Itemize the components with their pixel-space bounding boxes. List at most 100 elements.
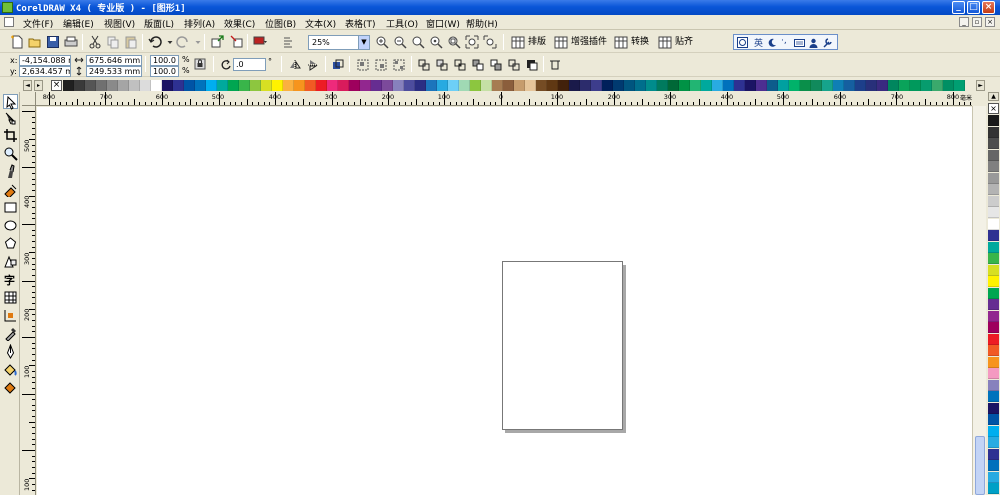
color-swatch[interactable] <box>503 80 514 91</box>
horizontal-ruler[interactable]: 800 700 600 500 400 300 200 100 0 100 20… <box>36 92 972 106</box>
color-swatch[interactable] <box>569 80 580 91</box>
trim-icon[interactable] <box>436 59 448 71</box>
polygon-tool-icon[interactable] <box>3 236 18 251</box>
ime-toolbar[interactable]: 英 ·, <box>733 34 838 50</box>
mirror-horizontal-icon[interactable] <box>289 59 301 71</box>
color-swatch[interactable] <box>988 333 999 345</box>
zoom-page-icon[interactable] <box>447 35 461 49</box>
cut-icon[interactable] <box>88 35 102 49</box>
color-swatch[interactable] <box>657 80 668 91</box>
ime-logo-icon[interactable] <box>737 37 748 48</box>
new-document-icon[interactable] <box>10 35 24 49</box>
scale-y-field[interactable]: 100.0 <box>150 66 179 77</box>
color-swatch[interactable] <box>988 379 999 391</box>
color-swatch[interactable] <box>833 80 844 91</box>
close-button[interactable]: × <box>982 1 995 14</box>
align-distribute-icon[interactable] <box>549 59 561 71</box>
table-tool-icon[interactable] <box>3 290 18 305</box>
fill-tool-icon[interactable] <box>3 362 18 377</box>
menu-layout[interactable]: 版面(L) <box>144 17 174 30</box>
moon-icon[interactable] <box>768 38 777 47</box>
vertical-ruler[interactable]: 500 400 300 200 100 100 <box>22 106 36 495</box>
menu-help[interactable]: 帮助(H) <box>466 17 498 30</box>
copy-icon[interactable] <box>106 35 120 49</box>
zoom-tool-icon[interactable] <box>3 146 18 161</box>
redo-icon[interactable] <box>176 35 190 49</box>
pick-tool-icon[interactable] <box>3 94 18 110</box>
mdi-close-button[interactable]: × <box>985 17 995 27</box>
color-swatch[interactable] <box>988 184 999 195</box>
palette-scroll-right-icon[interactable]: ► <box>976 80 985 91</box>
vertical-scrollbar[interactable] <box>972 106 986 495</box>
document-icon[interactable] <box>4 17 14 27</box>
minimize-button[interactable]: _ <box>952 1 965 14</box>
color-swatch[interactable] <box>988 345 999 356</box>
color-swatch[interactable] <box>988 207 999 218</box>
menu-tools[interactable]: 工具(O) <box>386 17 418 30</box>
color-swatch[interactable] <box>393 80 404 91</box>
scrollbar-thumb[interactable] <box>975 436 985 495</box>
color-swatch[interactable] <box>988 126 999 138</box>
welcome-screen-icon[interactable] <box>282 35 296 49</box>
color-swatch[interactable] <box>988 172 999 184</box>
color-swatch[interactable] <box>701 80 712 91</box>
color-swatch[interactable] <box>305 80 316 91</box>
menu-arrange[interactable]: 排列(A) <box>184 17 215 30</box>
mdi-minimize-button[interactable]: _ <box>959 17 969 27</box>
user-icon[interactable] <box>809 38 818 48</box>
color-swatch[interactable] <box>316 80 327 91</box>
color-swatch[interactable] <box>988 299 999 310</box>
color-swatch[interactable] <box>404 80 415 91</box>
menu-file[interactable]: 文件(F) <box>23 17 53 30</box>
keyboard-icon[interactable] <box>794 39 805 47</box>
color-swatch[interactable] <box>558 80 569 91</box>
coreldraw-app-icon[interactable] <box>2 2 13 13</box>
freehand-tool-icon[interactable] <box>3 164 18 179</box>
color-swatch[interactable] <box>988 115 999 126</box>
palette-scroll-up-icon[interactable]: ▲ <box>988 92 999 101</box>
color-swatch[interactable] <box>613 80 624 91</box>
color-swatch[interactable] <box>525 80 536 91</box>
mirror-vertical-icon[interactable] <box>307 59 319 71</box>
color-swatch[interactable] <box>712 80 723 91</box>
convert-to-curves-icon[interactable] <box>332 59 344 71</box>
color-swatch[interactable] <box>910 80 921 91</box>
export-icon[interactable] <box>229 35 243 49</box>
color-swatch[interactable] <box>437 80 448 91</box>
document-page[interactable] <box>502 261 623 430</box>
layout-plugin-button[interactable]: 排版 <box>511 35 546 50</box>
color-swatch[interactable] <box>580 80 591 91</box>
group-icon[interactable] <box>357 59 369 71</box>
color-swatch[interactable] <box>988 241 999 253</box>
menu-bitmaps[interactable]: 位图(B) <box>265 17 296 30</box>
color-swatch[interactable] <box>217 80 228 91</box>
color-swatch[interactable] <box>988 230 999 241</box>
ungroup-icon[interactable] <box>375 59 387 71</box>
menu-view[interactable]: 视图(V) <box>104 17 135 30</box>
color-swatch[interactable] <box>844 80 855 91</box>
zoom-page-height-icon[interactable] <box>483 35 497 49</box>
menu-effects[interactable]: 效果(C) <box>224 17 255 30</box>
chevron-down-icon[interactable]: ▼ <box>358 36 369 49</box>
color-swatch[interactable] <box>778 80 789 91</box>
color-swatch[interactable] <box>591 80 602 91</box>
color-swatch[interactable] <box>547 80 558 91</box>
color-swatch[interactable] <box>415 80 426 91</box>
color-swatch[interactable] <box>988 322 999 333</box>
color-swatch[interactable] <box>988 448 999 460</box>
color-swatch[interactable] <box>877 80 888 91</box>
color-swatch[interactable] <box>932 80 943 91</box>
y-position-field[interactable]: 2,634.457 mm <box>19 66 71 77</box>
color-swatch[interactable] <box>283 80 294 91</box>
color-swatch[interactable] <box>338 80 349 91</box>
print-icon[interactable] <box>64 35 78 49</box>
color-swatch[interactable] <box>988 483 999 494</box>
mdi-restore-button[interactable]: ▫ <box>972 17 982 27</box>
application-launcher-icon[interactable] <box>253 35 267 49</box>
color-swatch[interactable] <box>107 80 118 91</box>
x-position-field[interactable]: -4,154.088 mm <box>19 55 71 66</box>
rotation-angle-field[interactable]: .0 <box>233 58 266 71</box>
color-swatch[interactable] <box>536 80 547 91</box>
color-swatch[interactable] <box>723 80 734 91</box>
zoom-all-objects-icon[interactable] <box>429 35 443 49</box>
